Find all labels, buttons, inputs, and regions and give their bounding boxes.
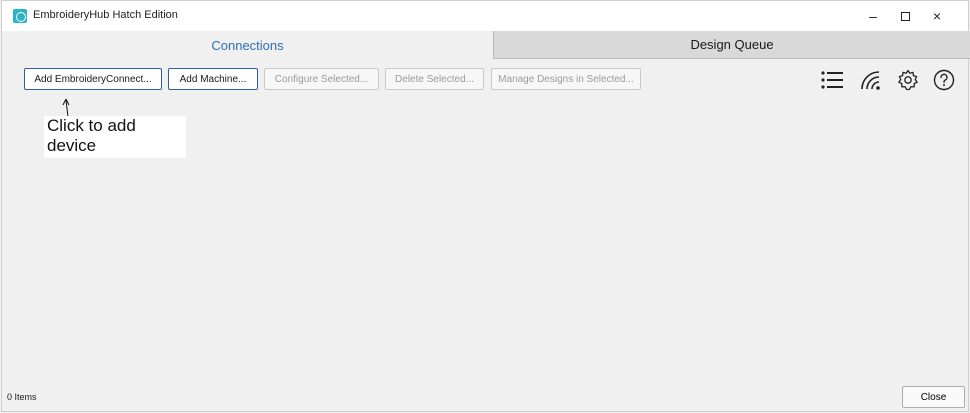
tab-design-queue[interactable]: Design Queue <box>493 31 970 59</box>
delete-selected-button[interactable]: Delete Selected... <box>385 68 484 90</box>
list-icon[interactable] <box>819 67 845 93</box>
minimize-button[interactable]: – <box>858 6 888 26</box>
instruction-callout: Click to add device <box>44 116 186 158</box>
tab-connections[interactable]: Connections <box>2 31 493 59</box>
add-machine-button[interactable]: Add Machine... <box>168 68 258 90</box>
close-window-button[interactable]: × <box>922 6 952 26</box>
manage-designs-button[interactable]: Manage Designs in Selected... <box>491 68 641 90</box>
window-title: EmbroideryHub Hatch Edition <box>33 9 178 21</box>
callout-line-1: Click to add <box>47 116 136 135</box>
add-embroideryconnect-button[interactable]: Add EmbroideryConnect... <box>24 68 162 90</box>
status-bar: 0 Items Close <box>2 377 968 413</box>
gear-icon[interactable] <box>895 67 921 93</box>
close-button[interactable]: Close <box>902 386 965 408</box>
wifi-icon[interactable] <box>858 67 884 93</box>
maximize-icon <box>900 11 910 21</box>
callout-line-2: device <box>47 136 97 155</box>
help-icon[interactable] <box>931 67 957 93</box>
app-logo-icon <box>13 9 27 23</box>
items-count: 0 Items <box>7 392 37 402</box>
configure-selected-button[interactable]: Configure Selected... <box>264 68 379 90</box>
tab-bar: Connections Design Queue <box>2 31 970 59</box>
toolbar: Add EmbroideryConnect... Add Machine... … <box>2 59 968 99</box>
app-window: EmbroideryHub Hatch Edition – × Connecti… <box>1 0 970 413</box>
title-bar[interactable]: EmbroideryHub Hatch Edition – × <box>2 1 968 31</box>
device-list-area[interactable]: Click to add device <box>2 99 968 377</box>
maximize-button[interactable] <box>890 6 920 26</box>
